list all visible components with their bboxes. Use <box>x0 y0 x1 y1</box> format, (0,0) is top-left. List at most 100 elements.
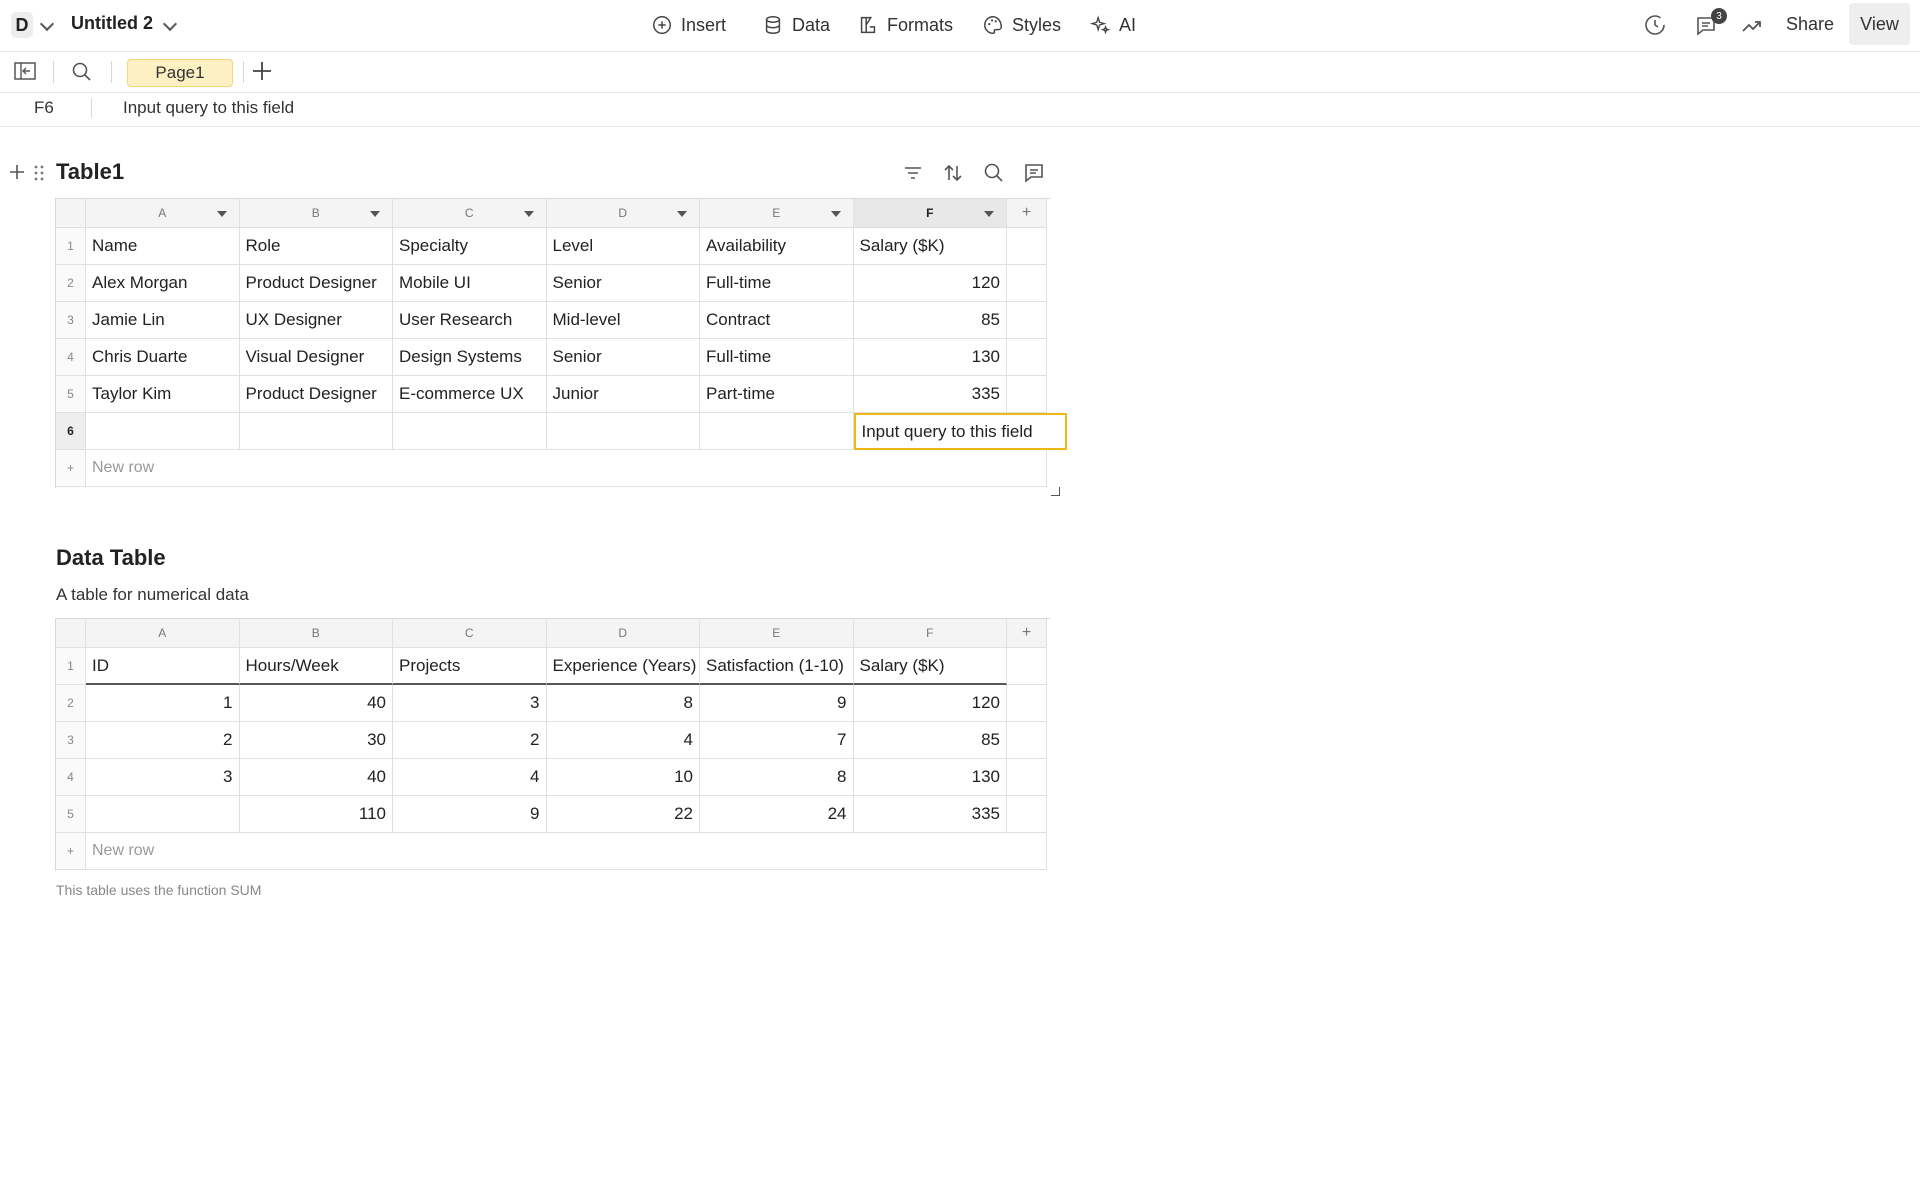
table-cell[interactable]: 85 <box>853 722 1007 759</box>
add-block-icon[interactable] <box>8 163 26 181</box>
table-cell[interactable] <box>239 413 393 450</box>
comment-icon[interactable] <box>1023 162 1045 184</box>
table-cell[interactable] <box>546 413 700 450</box>
table-cell[interactable]: 335 <box>853 376 1007 413</box>
table-cell[interactable] <box>1007 265 1047 302</box>
table-cell[interactable]: User Research <box>393 302 547 339</box>
table-cell[interactable]: UX Designer <box>239 302 393 339</box>
table-cell[interactable]: Contract <box>700 302 854 339</box>
filter-icon[interactable] <box>902 162 924 184</box>
table-cell[interactable]: 4 <box>393 759 547 796</box>
column-header-c[interactable]: C <box>393 199 547 228</box>
table-cell[interactable]: 8 <box>700 759 854 796</box>
table-cell[interactable]: Design Systems <box>393 339 547 376</box>
doc-title[interactable]: Untitled 2 <box>71 13 153 34</box>
table-cell[interactable]: Role <box>239 228 393 265</box>
column-header-b[interactable]: B <box>239 619 393 648</box>
table-cell[interactable]: Visual Designer <box>239 339 393 376</box>
table-search-icon[interactable] <box>983 162 1005 184</box>
table-cell[interactable]: Alex Morgan <box>86 265 240 302</box>
table-cell[interactable] <box>1007 228 1047 265</box>
table-cell[interactable]: Projects <box>393 648 547 685</box>
drag-handle-icon[interactable] <box>33 164 45 182</box>
table-cell[interactable]: Availability <box>700 228 854 265</box>
styles-button[interactable]: Styles <box>982 14 1061 36</box>
column-header-c[interactable]: C <box>393 619 547 648</box>
active-cell-f6[interactable]: Input query to this field <box>853 413 1067 450</box>
table-cell[interactable] <box>1007 339 1047 376</box>
column-menu-caret-icon[interactable] <box>830 211 841 217</box>
table-cell[interactable] <box>700 413 854 450</box>
table-cell[interactable]: Full-time <box>700 265 854 302</box>
column-header-f[interactable]: F <box>853 619 1007 648</box>
formula-input[interactable]: Input query to this field <box>123 98 294 118</box>
share-button[interactable]: Share <box>1786 14 1834 35</box>
table-cell[interactable]: 110 <box>239 796 393 833</box>
table-cell[interactable] <box>1007 685 1047 722</box>
table-cell[interactable] <box>1007 648 1047 685</box>
add-row-icon[interactable]: + <box>56 450 86 487</box>
add-column-button[interactable]: + <box>1007 619 1047 648</box>
table-cell[interactable]: ID <box>86 648 240 685</box>
table-cell[interactable]: Senior <box>546 265 700 302</box>
table-cell[interactable]: 10 <box>546 759 700 796</box>
table-cell[interactable]: 335 <box>853 796 1007 833</box>
formats-button[interactable]: Formats <box>857 14 953 36</box>
column-menu-caret-icon[interactable] <box>677 211 687 217</box>
table-cell[interactable]: Specialty <box>393 228 547 265</box>
table-cell[interactable]: 85 <box>853 302 1007 339</box>
table-cell[interactable]: E-commerce UX <box>393 376 547 413</box>
table-cell[interactable]: Jamie Lin <box>86 302 240 339</box>
table-cell[interactable]: 130 <box>853 759 1007 796</box>
column-header-b[interactable]: B <box>239 199 393 228</box>
table-cell[interactable] <box>86 413 240 450</box>
table-cell[interactable]: 40 <box>239 759 393 796</box>
add-page-icon[interactable] <box>251 60 273 82</box>
column-menu-caret-icon[interactable] <box>370 211 380 217</box>
table2-title[interactable]: Data Table <box>56 545 166 571</box>
table-cell[interactable]: 30 <box>239 722 393 759</box>
search-icon[interactable] <box>71 61 93 83</box>
column-header-a[interactable]: A <box>86 199 240 228</box>
table-cell[interactable]: 2 <box>393 722 547 759</box>
table-cell[interactable]: Salary ($K) <box>853 228 1007 265</box>
table-cell[interactable] <box>1007 376 1047 413</box>
table-cell[interactable]: Hours/Week <box>239 648 393 685</box>
table-cell[interactable]: 1 <box>86 685 240 722</box>
column-menu-caret-icon[interactable] <box>523 211 534 217</box>
sort-icon[interactable] <box>942 162 964 184</box>
insert-button[interactable]: Insert <box>651 14 726 36</box>
table-cell[interactable] <box>1007 722 1047 759</box>
column-header-d[interactable]: D <box>546 199 700 228</box>
table-cell[interactable]: Product Designer <box>239 265 393 302</box>
table-cell[interactable]: Senior <box>546 339 700 376</box>
add-row-icon[interactable]: + <box>56 833 86 870</box>
column-header-f[interactable]: F <box>853 199 1007 228</box>
column-header-e[interactable]: E <box>700 199 854 228</box>
table-cell[interactable] <box>393 413 547 450</box>
table-cell[interactable]: 9 <box>700 685 854 722</box>
table-cell[interactable]: Satisfaction (1-10) <box>700 648 854 685</box>
table-cell[interactable]: 8 <box>546 685 700 722</box>
tab-page1[interactable]: Page1 <box>127 59 233 87</box>
sidebar-toggle-icon[interactable] <box>14 61 36 81</box>
table-cell[interactable]: 22 <box>546 796 700 833</box>
table-cell[interactable]: Part-time <box>700 376 854 413</box>
table-cell[interactable]: Product Designer <box>239 376 393 413</box>
column-menu-caret-icon[interactable] <box>216 211 227 217</box>
table-cell[interactable]: 9 <box>393 796 547 833</box>
trending-icon[interactable] <box>1740 14 1764 38</box>
table-cell[interactable]: 120 <box>853 685 1007 722</box>
table-cell[interactable]: 40 <box>239 685 393 722</box>
table-cell[interactable]: Chris Duarte <box>86 339 240 376</box>
table-cell[interactable] <box>86 796 240 833</box>
table-cell[interactable] <box>1007 796 1047 833</box>
table1-title[interactable]: Table1 <box>56 159 124 185</box>
column-header-a[interactable]: A <box>86 619 240 648</box>
table-cell[interactable]: Salary ($K) <box>853 648 1007 685</box>
ai-button[interactable]: AI <box>1089 14 1136 36</box>
table-cell[interactable]: Name <box>86 228 240 265</box>
table-cell[interactable]: 7 <box>700 722 854 759</box>
table-cell[interactable]: 24 <box>700 796 854 833</box>
doc-badge[interactable]: D <box>11 12 33 38</box>
